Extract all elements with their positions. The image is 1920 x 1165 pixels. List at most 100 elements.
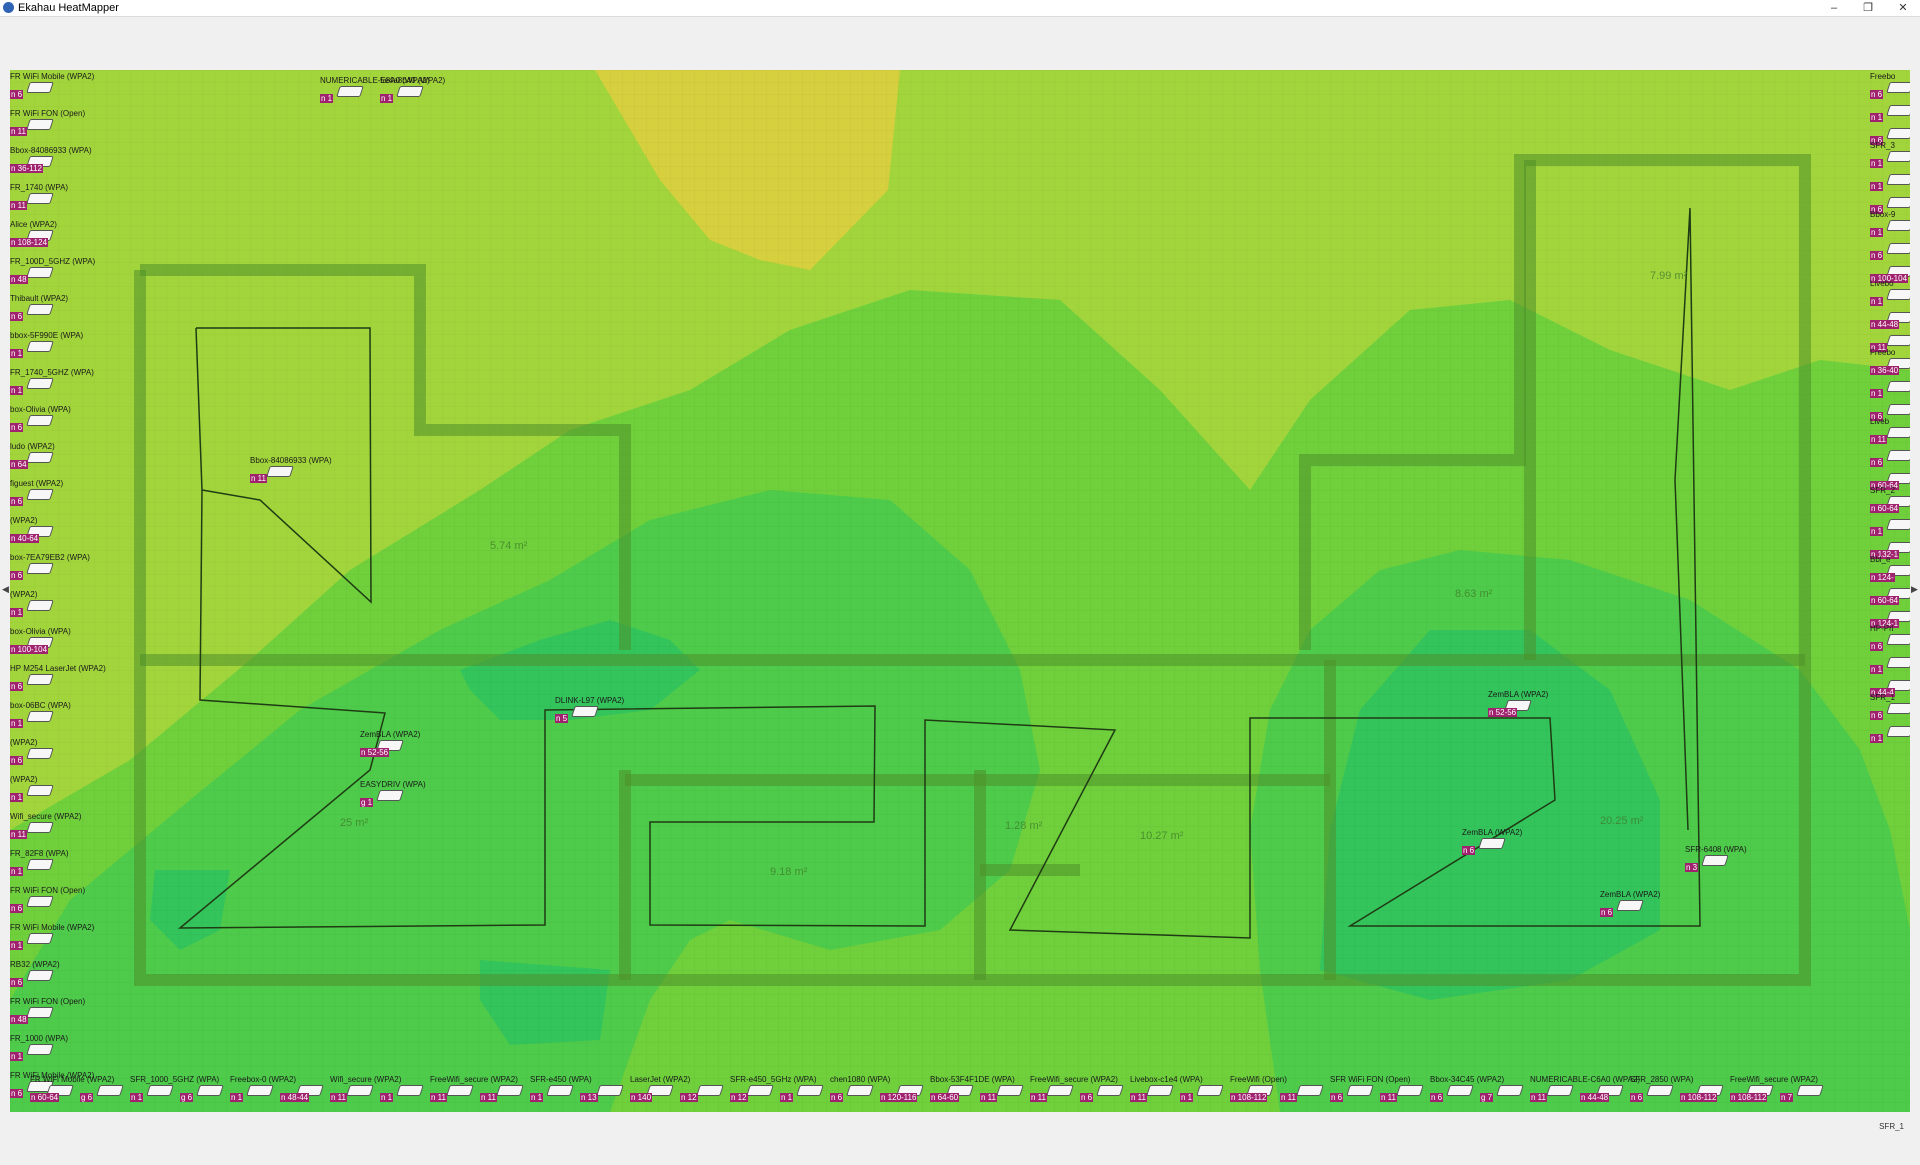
access-point-marker[interactable]: EASYDRIV (WPA) g 1 [360, 780, 440, 807]
channel-badge: n 1 [380, 1093, 394, 1102]
access-point-marker[interactable]: (WPA2) n 6 [10, 738, 90, 765]
ap-ssid: Livebo [1870, 279, 1894, 288]
title-bar: Ekahau HeatMapper – ❐ ✕ [0, 0, 1920, 17]
access-point-marker[interactable]: figuest (WPA2) n 6 [10, 479, 90, 506]
channel-badge: n 11 [1130, 1093, 1147, 1102]
ap-ssid: (WPA2) [10, 516, 38, 525]
channel-badge: n 11 [330, 1093, 347, 1102]
close-icon[interactable]: ✕ [1886, 0, 1920, 16]
access-point-marker[interactable]: FR WiFi Mobile (WPA2) n 6 [10, 72, 94, 99]
router-icon [1886, 128, 1910, 139]
ap-ssid: Wifi_secure (WPA2) [10, 812, 82, 821]
channel-badge: n 1 [1870, 734, 1884, 743]
toolbar-area [0, 17, 1920, 69]
access-point-marker[interactable]: HP M254 LaserJet (WPA2) n 6 [10, 664, 106, 691]
router-icon [396, 86, 424, 97]
channel-badge: n 11 [1380, 1093, 1397, 1102]
ap-ssid: box-Olivia (WPA) [10, 405, 71, 414]
channel-badge: n 11 [1280, 1093, 1297, 1102]
router-icon [26, 267, 54, 278]
channel-badge: n 6 [10, 571, 24, 580]
access-point-marker[interactable]: ZemBLA (WPA2) n 52-56 [1488, 690, 1568, 717]
router-icon [571, 706, 599, 717]
ap-ssid: box-06BC (WPA) [10, 701, 71, 710]
access-point-marker[interactable]: FR_1740 (WPA) n 11 [10, 183, 90, 210]
access-point-marker[interactable]: ludo (WPA2) n 64 [10, 442, 90, 469]
ap-ssid: bbox-5F990E (WPA) [10, 331, 84, 340]
router-icon [1886, 197, 1910, 208]
heatmapper-icon [3, 2, 14, 13]
channel-badge: n 140 [630, 1093, 653, 1102]
ap-ssid: Bbox-84086933 (WPA) [10, 146, 92, 155]
router-icon [26, 378, 54, 389]
ap-ssid: ZemBLA (WPA2) [1462, 828, 1523, 837]
access-point-marker[interactable]: n 7 [1780, 1075, 1860, 1102]
channel-badge: n 6 [10, 90, 24, 99]
router-icon [1886, 404, 1910, 415]
channel-badge: g 6 [80, 1093, 94, 1102]
channel-badge: n 48 [10, 1015, 28, 1024]
router-icon [26, 896, 54, 907]
access-point-marker[interactable]: FR_82F8 (WPA) n 1 [10, 849, 90, 876]
access-point-marker[interactable]: ZemBLA (WPA2) n 52-56 [360, 730, 440, 757]
access-point-marker[interactable]: box-7EA79EB2 (WPA) n 6 [10, 553, 90, 580]
status-bar: SFR_1 [0, 1112, 1920, 1165]
access-point-marker[interactable]: Bbox-84086933 (WPA) n 36-112 [10, 146, 92, 173]
arrow-left-icon[interactable]: ◀ [2, 584, 9, 595]
channel-badge: n 64-60 [930, 1093, 960, 1102]
ap-ssid: Liveb [1870, 417, 1890, 426]
access-point-marker[interactable]: (WPA2) n 1 [10, 590, 90, 617]
access-point-marker[interactable]: ZemBLA (WPA2) n 6 [1462, 828, 1542, 855]
ap-ssid: ludo (WPA2) [10, 442, 55, 451]
access-point-marker[interactable]: ZemBLA (WPA2) n 6 [1600, 890, 1680, 917]
channel-badge: n 1 [10, 793, 24, 802]
channel-badge: n 52-56 [360, 748, 390, 757]
channel-badge: n 6 [10, 312, 24, 321]
access-point-marker[interactable]: FR WiFi FON (Open) n 11 [10, 109, 90, 136]
channel-badge: n 1 [10, 719, 24, 728]
access-point-marker[interactable]: (WPA2) n 40-64 [10, 516, 90, 543]
access-point-marker[interactable]: Wifi_secure (WPA2) n 11 [10, 812, 90, 839]
arrow-right-icon[interactable]: ▶ [1911, 584, 1918, 595]
access-point-marker[interactable]: (WPA2) n 1 [10, 775, 90, 802]
channel-badge: n 6 [1630, 1093, 1644, 1102]
access-point-marker[interactable]: box-06BC (WPA) n 1 [10, 701, 90, 728]
access-point-marker[interactable]: FR WiFi FON (Open) n 48 [10, 997, 90, 1024]
access-point-marker[interactable]: bbox-5F990E (WPA) n 1 [10, 331, 90, 358]
access-point-marker[interactable]: FR WiFi FON (Open) n 6 [10, 886, 90, 913]
access-point-marker[interactable]: RB32 (WPA2) n 6 [10, 960, 90, 987]
access-point-marker[interactable]: FR_100D_5GHZ (WPA) n 48 [10, 257, 95, 284]
access-point-marker[interactable]: Bbox-84086933 (WPA) n 11 [250, 456, 332, 483]
heatmap-canvas[interactable]: 5.74 m² 8.63 m² 7.99 m² 9.18 m² 1.28 m² … [10, 70, 1910, 1112]
minimize-icon[interactable]: – [1817, 0, 1851, 16]
channel-badge: n 5 [555, 714, 569, 723]
access-point-marker[interactable]: Alice (WPA2) n 108-124 [10, 220, 90, 247]
channel-badge: n 6 [10, 904, 24, 913]
ap-ssid: HP-Pri [1870, 624, 1894, 633]
channel-badge: n 1 [130, 1093, 144, 1102]
room-area-label: 5.74 m² [490, 540, 528, 552]
router-icon [26, 970, 54, 981]
access-point-marker[interactable]: Thibault (WPA2) n 6 [10, 294, 90, 321]
restore-icon[interactable]: ❐ [1851, 0, 1885, 16]
access-point-marker[interactable]: FR WiFi Mobile (WPA2) n 1 [10, 923, 94, 950]
access-point-marker[interactable]: box-Olivia (WPA) n 100-104 [10, 627, 90, 654]
ap-ssid: ZemBLA (WPA2) [1600, 890, 1661, 899]
router-icon [26, 600, 54, 611]
access-point-marker[interactable]: box-Olivia (WPA) n 6 [10, 405, 90, 432]
channel-badge: n 11 [10, 127, 27, 136]
channel-badge: n 48-44 [280, 1093, 310, 1102]
router-icon [1096, 1085, 1124, 1096]
access-point-marker[interactable]: 5e4a8b40 (WPA2) n 1 [380, 76, 460, 103]
floor-grid [10, 70, 1910, 1112]
access-point-marker[interactable]: FR_1740_5GHZ (WPA) n 1 [10, 368, 94, 395]
access-point-marker[interactable]: DLINK-L97 (WPA2) n 5 [555, 696, 635, 723]
channel-badge: n 6 [1330, 1093, 1344, 1102]
access-point-marker[interactable]: n 1 [1870, 716, 1910, 743]
access-point-marker[interactable]: FR_1000 (WPA) n 1 [10, 1034, 90, 1061]
router-icon [1296, 1085, 1324, 1096]
channel-badge: n 36-112 [10, 164, 43, 173]
router-icon [26, 933, 54, 944]
router-icon [26, 119, 54, 130]
access-point-marker[interactable]: SFR-6408 (WPA) n 3 [1685, 845, 1765, 872]
